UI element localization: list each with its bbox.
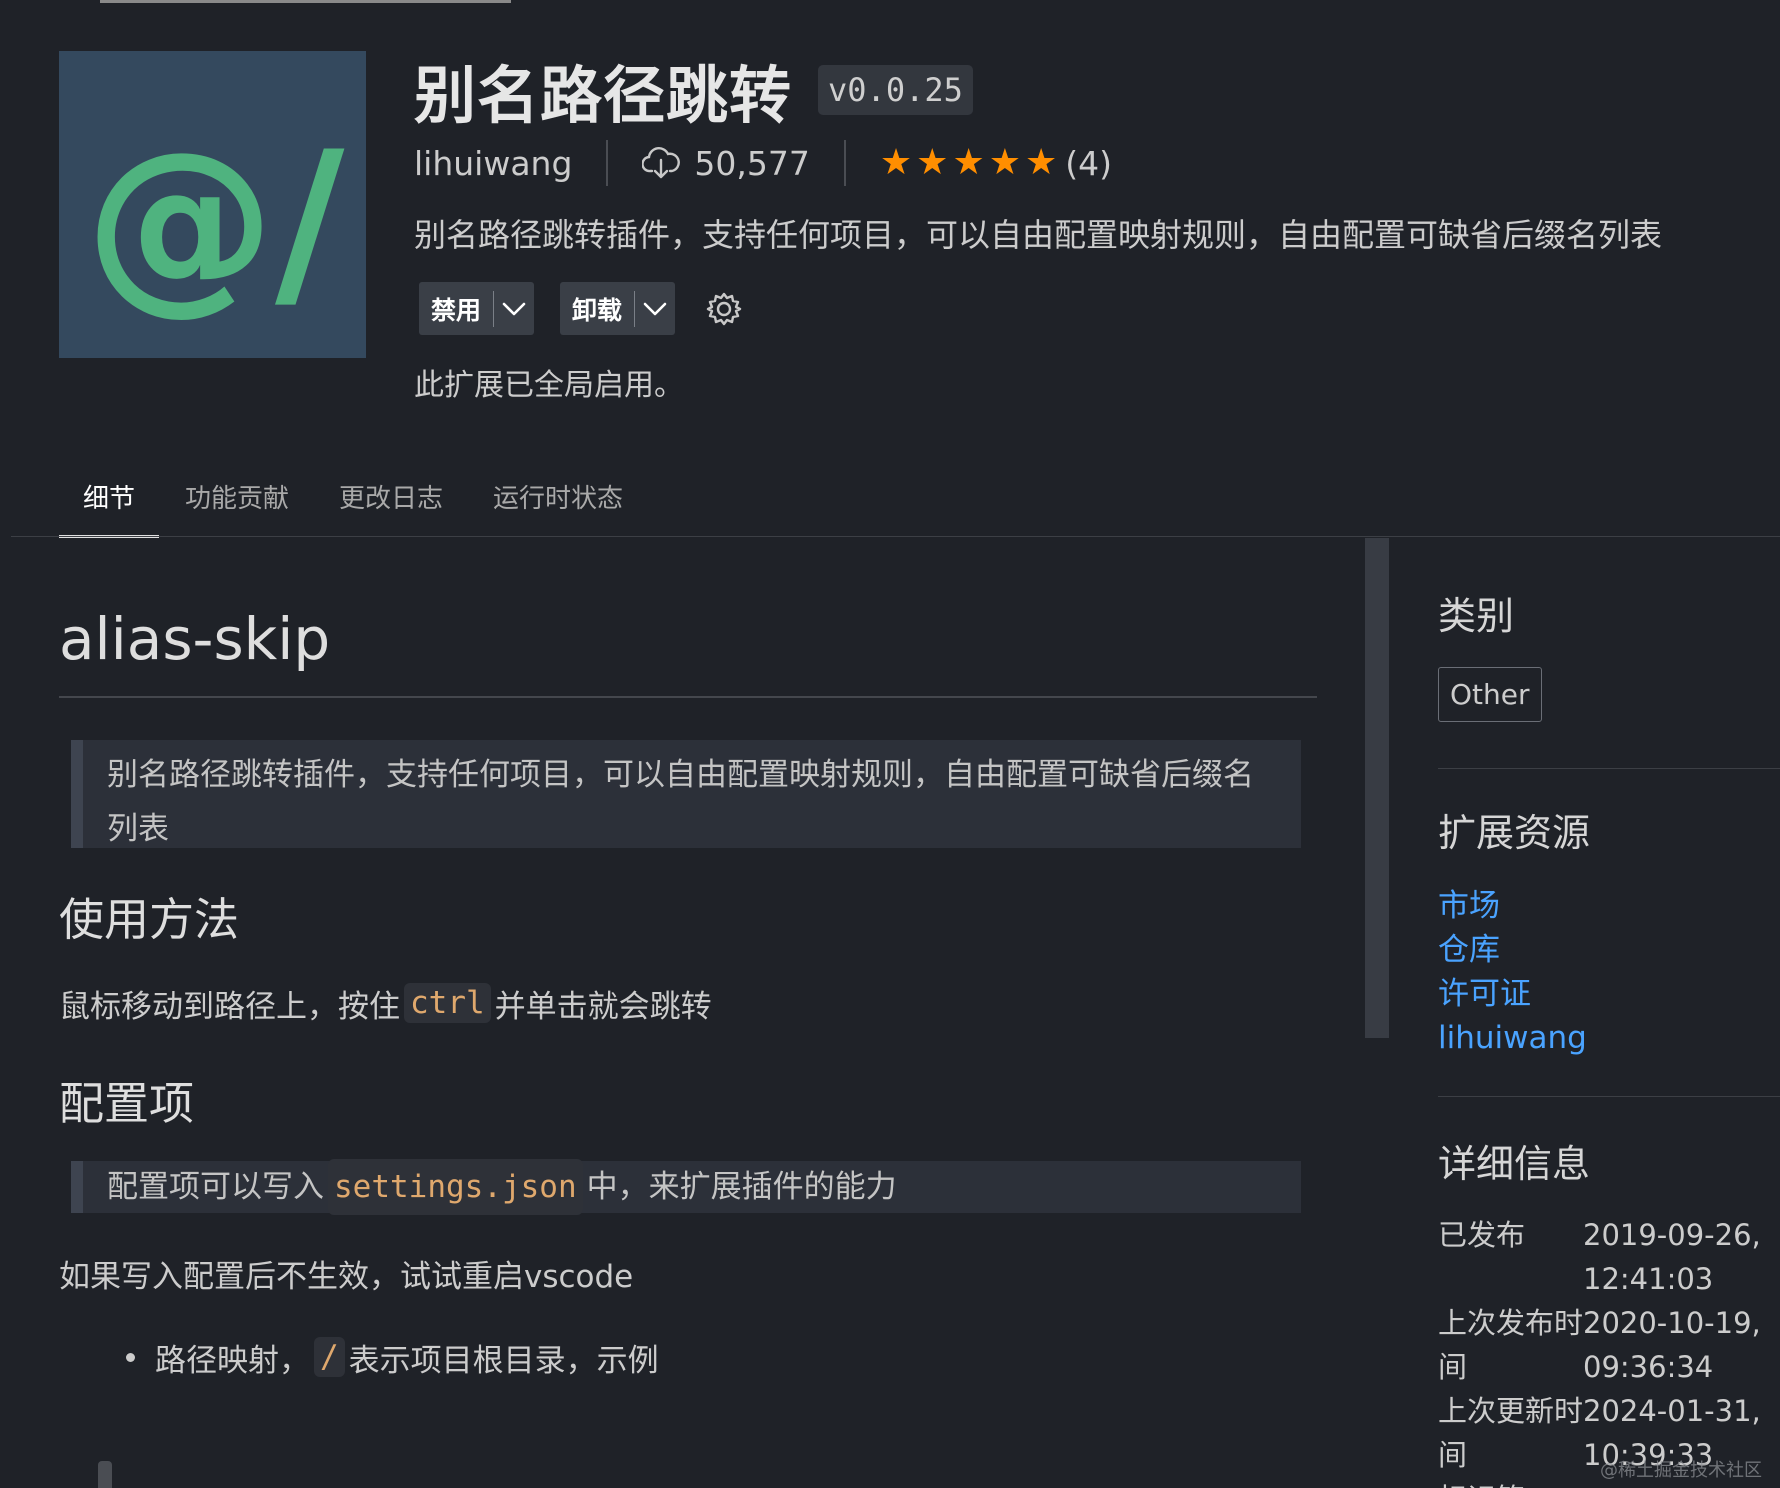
tabs-divider (11, 536, 1780, 537)
star-icon: ★ (879, 142, 913, 183)
svg-text:@/: @/ (85, 111, 345, 332)
intro-blockquote: 别名路径跳转插件，支持任何项目，可以自由配置映射规则，自由配置可缺省后缀名列表 (71, 740, 1301, 848)
bullet-dot (126, 1352, 135, 1362)
repository-link[interactable]: 仓库 (1438, 928, 1587, 972)
readme-title: alias-skip (59, 605, 331, 673)
uninstall-split-button: 卸载 (560, 282, 676, 335)
star-icon: ★ (1025, 142, 1058, 183)
details-table: 已发布 2019-09-26, 12:41:03 上次发布时间 2020-10-… (1438, 1213, 1780, 1488)
disable-split-button: 禁用 (419, 282, 535, 335)
detail-key: 标识符 (1438, 1477, 1583, 1488)
usage-text-after: 并单击就会跳转 (494, 988, 712, 1025)
version-badge: v0.0.25 (818, 65, 973, 115)
chevron-down-icon (643, 302, 667, 315)
tab-runtime-status[interactable]: 运行时状态 (469, 470, 647, 538)
config-quote-after: 中，来扩展插件的能力 (586, 1169, 897, 1205)
detail-key: 上次发布时间 (1438, 1306, 1584, 1384)
install-count: 50,577 (694, 143, 810, 183)
sidebar-divider (1438, 1096, 1780, 1097)
detail-row: 已发布 2019-09-26, 12:41:03 (1438, 1213, 1780, 1301)
extension-description: 别名路径跳转插件，支持任何项目，可以自由配置映射规则，自由配置可缺省后缀名列表 (414, 216, 1663, 254)
config-quote-before: 配置项可以写入 (107, 1169, 324, 1205)
inline-code-settings: settings.json (328, 1159, 583, 1215)
readme-title-divider (59, 696, 1317, 698)
star-icon: ★ (988, 142, 1022, 183)
disable-button[interactable]: 禁用 (419, 291, 493, 327)
extension-title: 别名路径跳转 (414, 59, 793, 132)
disable-dropdown[interactable] (494, 282, 534, 335)
detail-value: 2020-10-19, 09:36:34 (1583, 1306, 1761, 1384)
tab-details[interactable]: 细节 (59, 470, 160, 538)
marketplace-link[interactable]: 市场 (1438, 884, 1587, 928)
meta-row: lihuiwang 50,577 ★ ★ ★ ★ ★ (4) (414, 138, 1112, 188)
config-blockquote: 配置项可以写入 settings.json 中，来扩展插件的能力 (71, 1159, 1301, 1215)
restart-note: 如果写入配置后不生效，试试重启vscode (59, 1258, 634, 1295)
details-heading: 详细信息 (1438, 1142, 1591, 1186)
rating-stars[interactable]: ★ ★ ★ ★ ★ (880, 145, 1057, 181)
usage-paragraph: 鼠标移动到路径上，按住 ctrl 并单击就会跳转 (59, 977, 712, 1029)
tab-changelog[interactable]: 更改日志 (315, 470, 467, 538)
uninstall-button[interactable]: 卸载 (560, 291, 634, 327)
detail-row: 上次发布时间 2020-10-19, 09:36:34 (1438, 1301, 1780, 1389)
inline-code-ctrl: ctrl (404, 983, 491, 1023)
config-heading: 配置项 (59, 1077, 195, 1130)
usage-text-before: 鼠标移动到路径上，按住 (59, 988, 400, 1025)
gear-icon[interactable] (705, 290, 743, 328)
publisher-resource-link[interactable]: lihuiwang (1438, 1016, 1587, 1060)
list-item: 路径映射， / 表示项目根目录，示例 (126, 1331, 659, 1383)
action-bar: 禁用 卸载 (419, 282, 743, 335)
cloud-download-icon (642, 147, 681, 179)
at-slash-icon: @/ (85, 111, 345, 332)
extension-detail-page: @/ 别名路径跳转 v0.0.25 lihuiwang 50,577 ★ ★ ★… (0, 0, 1780, 1488)
enabled-status-text: 此扩展已全局启用。 (414, 368, 684, 403)
tab-contributions[interactable]: 功能贡献 (161, 470, 313, 538)
code-block-edge (98, 1461, 112, 1488)
star-icon: ★ (952, 142, 985, 183)
extension-icon: @/ (59, 51, 366, 358)
meta-divider (843, 140, 846, 186)
resource-links: 市场 仓库 许可证 lihuiwang (1438, 884, 1587, 1060)
resources-heading: 扩展资源 (1438, 811, 1591, 855)
publisher-link[interactable]: lihuiwang (414, 144, 572, 183)
inline-code-slash: / (314, 1337, 345, 1377)
bullet-text-after: 表示项目根目录，示例 (348, 1342, 659, 1379)
detail-tabs: 细节 功能贡献 更改日志 运行时状态 (59, 470, 647, 538)
category-tag[interactable]: Other (1438, 667, 1542, 722)
license-link[interactable]: 许可证 (1438, 972, 1587, 1016)
bullet-text-before: 路径映射， (155, 1342, 310, 1379)
detail-key: 上次更新时间 (1438, 1394, 1584, 1472)
watermark: @稀土掘金技术社区 (1600, 1460, 1762, 1481)
categories-heading: 类别 (1438, 594, 1515, 638)
uninstall-dropdown[interactable] (635, 282, 675, 335)
detail-value: 2019-09-26, 12:41:03 (1583, 1218, 1761, 1296)
active-editor-tab-indicator (100, 0, 511, 3)
readme-scrollbar[interactable] (1365, 538, 1389, 1038)
star-icon: ★ (916, 142, 949, 183)
detail-key: 已发布 (1438, 1218, 1526, 1252)
chevron-down-icon (502, 302, 526, 315)
rating-count[interactable]: (4) (1065, 144, 1112, 183)
sidebar-divider (1438, 768, 1780, 769)
meta-divider (606, 140, 609, 186)
usage-heading: 使用方法 (59, 893, 240, 946)
title-row: 别名路径跳转 v0.0.25 (414, 50, 973, 132)
